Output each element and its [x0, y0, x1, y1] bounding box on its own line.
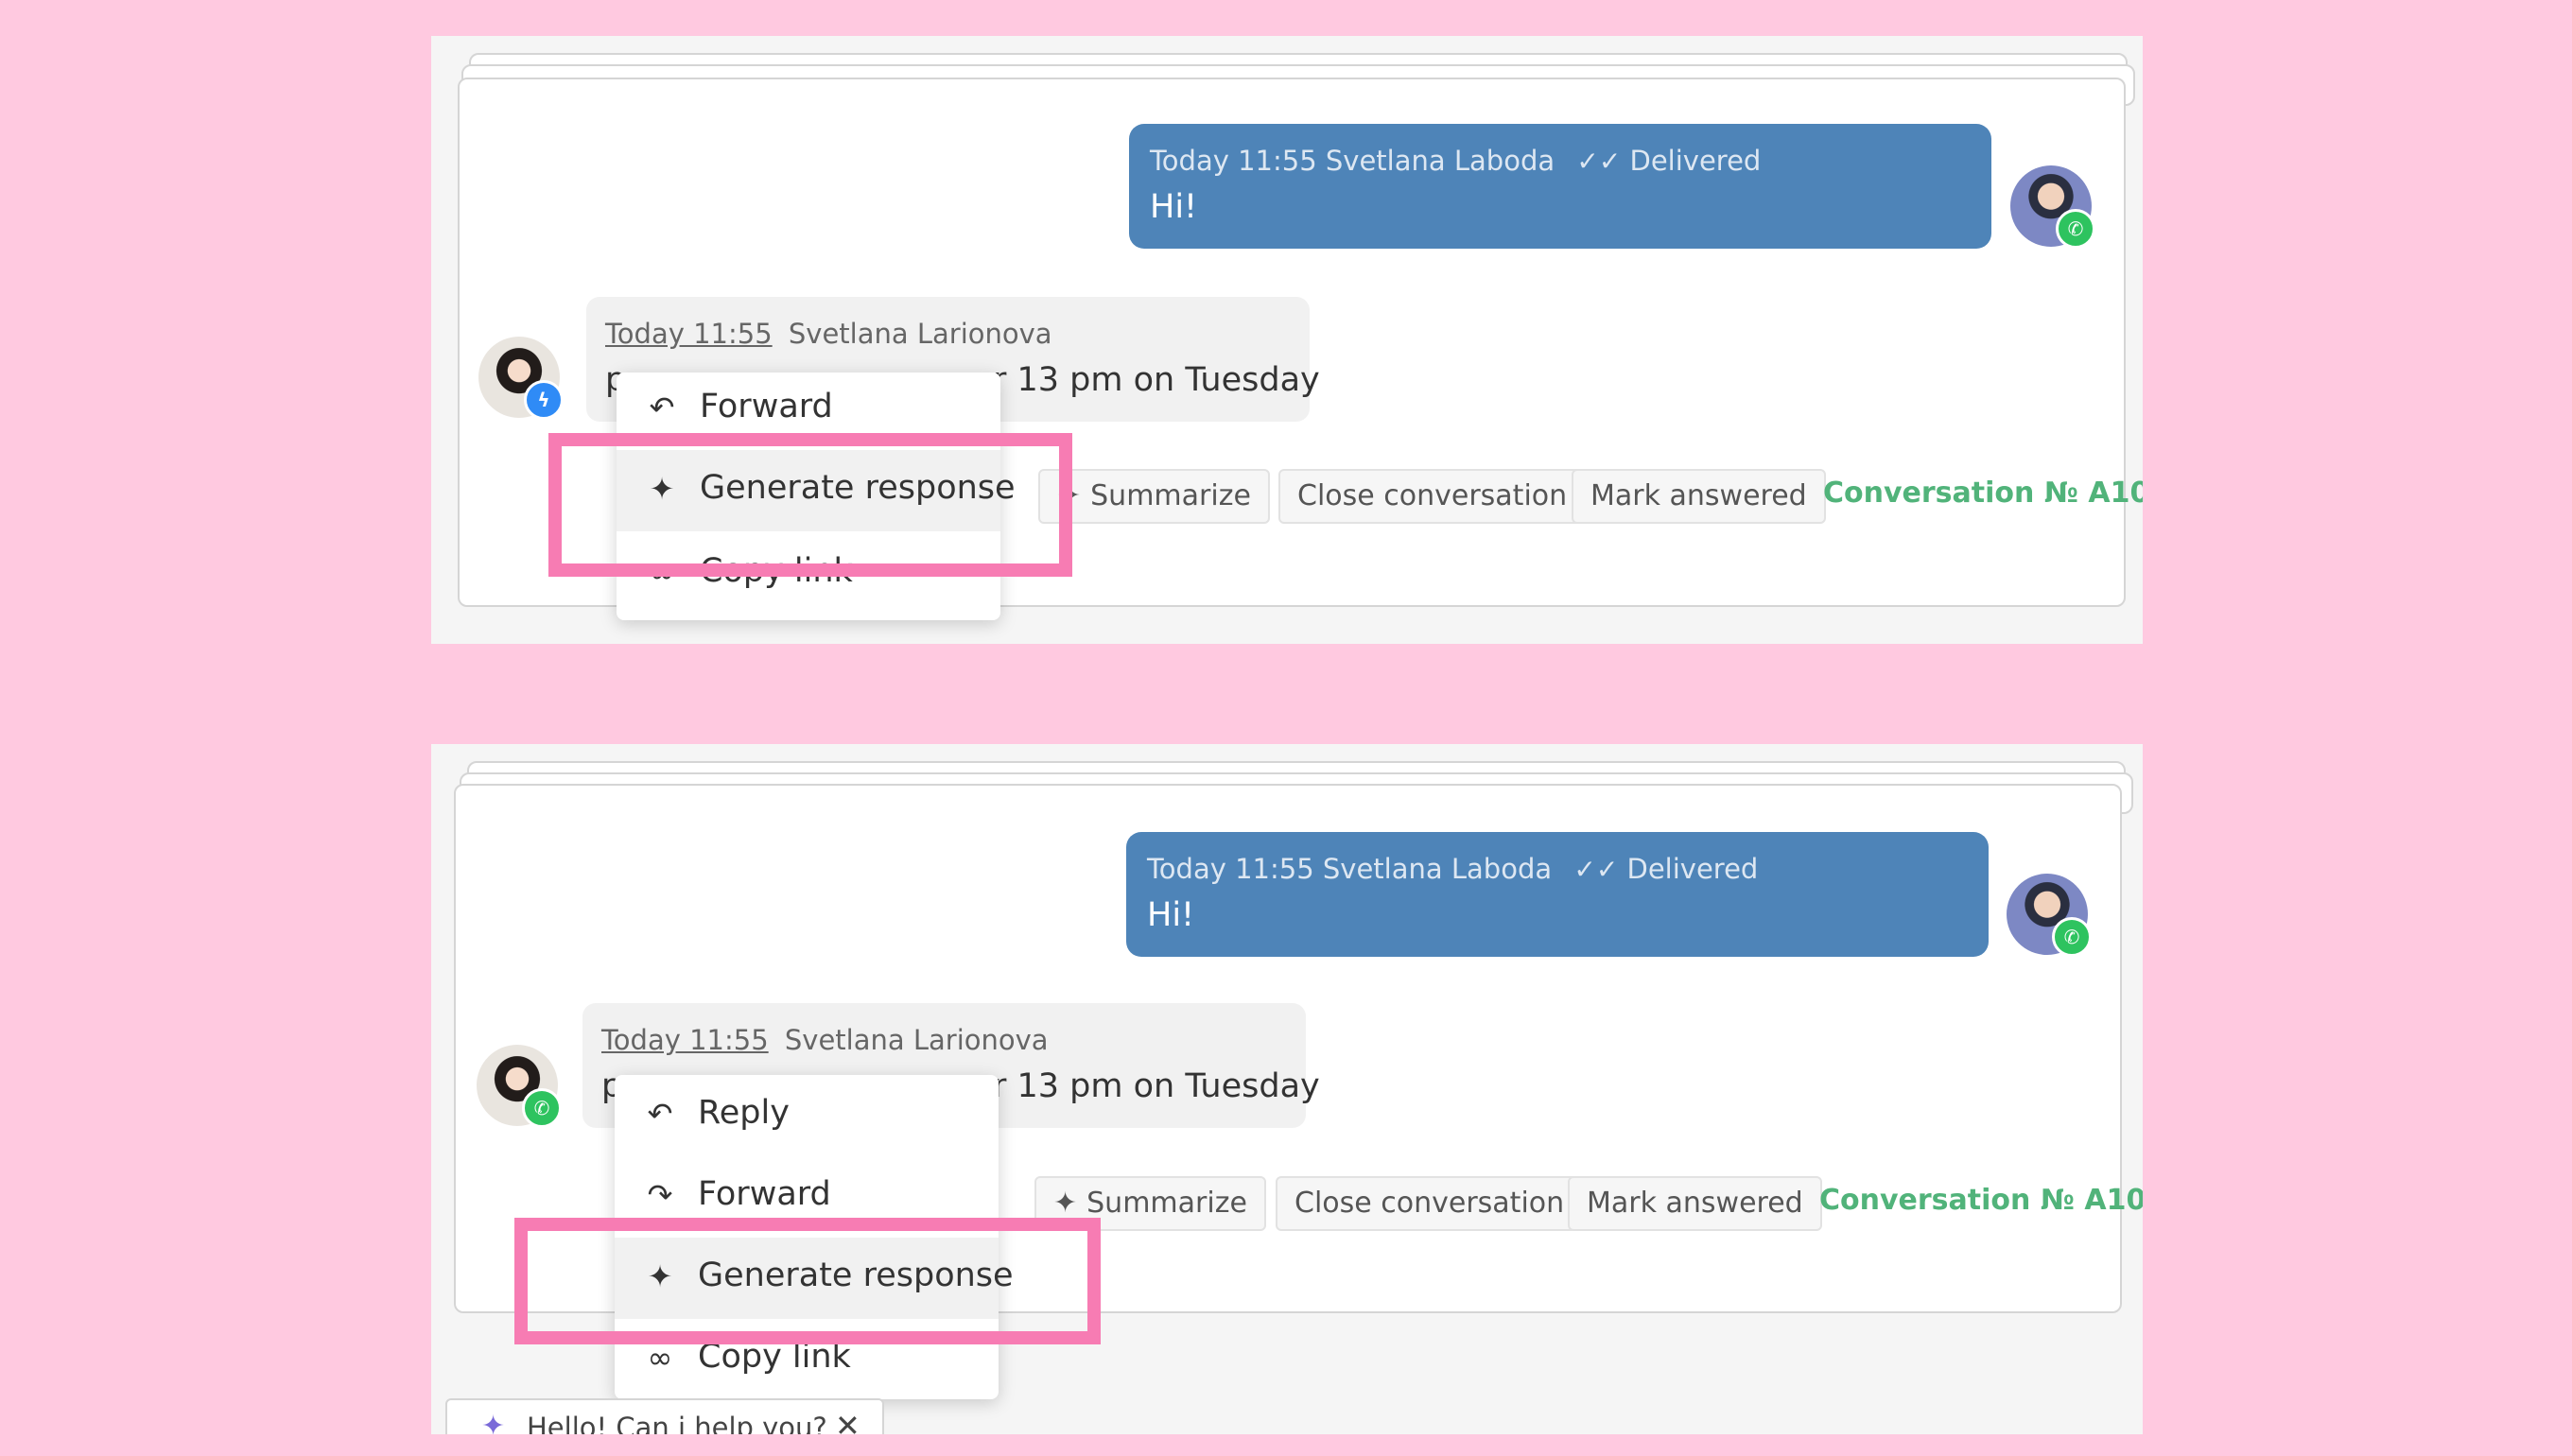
conversation-number-link[interactable]: Conversation № A100 [1823, 477, 2143, 510]
forward-icon: ↷ [647, 1177, 673, 1213]
summarize-label: Summarize [1086, 1187, 1247, 1220]
outgoing-message-text: Hi! [1147, 896, 1195, 934]
message-status: Delivered [1629, 145, 1762, 177]
bottom-screenshot-panel: Today 11:55 Svetlana Laboda ✓✓ Delivered… [431, 744, 2143, 1434]
close-icon[interactable]: ✕ [835, 1408, 860, 1434]
summarize-button[interactable]: ✦ Summarize [1038, 469, 1270, 524]
message-time: Today 11:55 [1150, 145, 1317, 177]
ai-suggestion-chip[interactable]: ✦ Hello! Can i help you? ✕ [445, 1398, 884, 1434]
customer-avatar[interactable]: ✆ [477, 1045, 562, 1128]
menu-item-label: Forward [698, 1175, 831, 1213]
agent-avatar[interactable]: ✆ [2010, 165, 2095, 249]
mark-answered-label: Mark answered [1587, 1187, 1803, 1220]
close-conversation-label: Close conversation [1297, 479, 1568, 512]
close-conversation-label: Close conversation [1295, 1187, 1565, 1220]
close-conversation-button[interactable]: Close conversation [1276, 1176, 1584, 1231]
reply-icon: ↶ [647, 1096, 673, 1132]
message-status: Delivered [1626, 853, 1759, 885]
outgoing-message-meta: Today 11:55 Svetlana Laboda ✓✓ Delivered [1147, 853, 1758, 885]
sparkle-icon: ✦ [1053, 1187, 1078, 1220]
whatsapp-icon: ✆ [522, 1088, 562, 1128]
link-icon: ∞ [647, 1340, 673, 1376]
agent-avatar[interactable]: ✆ [2007, 874, 2092, 957]
outgoing-message-text: Hi! [1150, 188, 1198, 226]
forward-icon: ↶ [649, 390, 675, 425]
message-sender: Svetlana Laboda [1322, 853, 1553, 885]
mark-answered-button[interactable]: Mark answered [1572, 469, 1826, 524]
message-time[interactable]: Today 11:55 [601, 1024, 769, 1056]
message-time: Today 11:55 [1147, 853, 1314, 885]
message-sender: Svetlana Larionova [784, 1024, 1049, 1056]
outgoing-message[interactable]: Today 11:55 Svetlana Laboda ✓✓ Delivered… [1129, 124, 1991, 249]
incoming-text-end: r 13 pm on Tuesday [993, 1067, 1320, 1105]
menu-item-reply[interactable]: ↶ Reply [615, 1075, 999, 1156]
incoming-message-meta: Today 11:55 Svetlana Larionova [605, 318, 1052, 350]
messenger-icon: ϟ [524, 380, 564, 420]
suggestion-text: Hello! Can i help you? [527, 1412, 827, 1434]
top-screenshot-panel: Today 11:55 Svetlana Laboda ✓✓ Delivered… [431, 36, 2143, 644]
menu-item-label: Reply [698, 1094, 790, 1132]
summarize-label: Summarize [1090, 479, 1251, 512]
mark-answered-label: Mark answered [1590, 479, 1807, 512]
double-check-icon: ✓✓ [1576, 146, 1622, 177]
highlight-box [514, 1218, 1101, 1344]
incoming-message-meta: Today 11:55 Svetlana Larionova [601, 1024, 1049, 1056]
conversation-number-link[interactable]: Conversation № A100 [1819, 1184, 2143, 1217]
mark-answered-button[interactable]: Mark answered [1568, 1176, 1822, 1231]
highlight-box [548, 433, 1072, 577]
whatsapp-icon: ✆ [2052, 917, 2092, 957]
menu-item-label: Forward [700, 388, 833, 425]
close-conversation-button[interactable]: Close conversation [1278, 469, 1587, 524]
sparkle-icon: ✦ [481, 1410, 506, 1434]
customer-avatar[interactable]: ϟ [478, 337, 564, 420]
double-check-icon: ✓✓ [1573, 854, 1619, 885]
whatsapp-icon: ✆ [2056, 209, 2095, 249]
message-sender: Svetlana Laboda [1325, 145, 1555, 177]
outgoing-message-meta: Today 11:55 Svetlana Laboda ✓✓ Delivered [1150, 145, 1761, 177]
message-time[interactable]: Today 11:55 [605, 318, 773, 350]
outgoing-message[interactable]: Today 11:55 Svetlana Laboda ✓✓ Delivered… [1126, 832, 1989, 957]
incoming-text-end: r 13 pm on Tuesday [993, 361, 1320, 399]
message-sender: Svetlana Larionova [788, 318, 1052, 350]
